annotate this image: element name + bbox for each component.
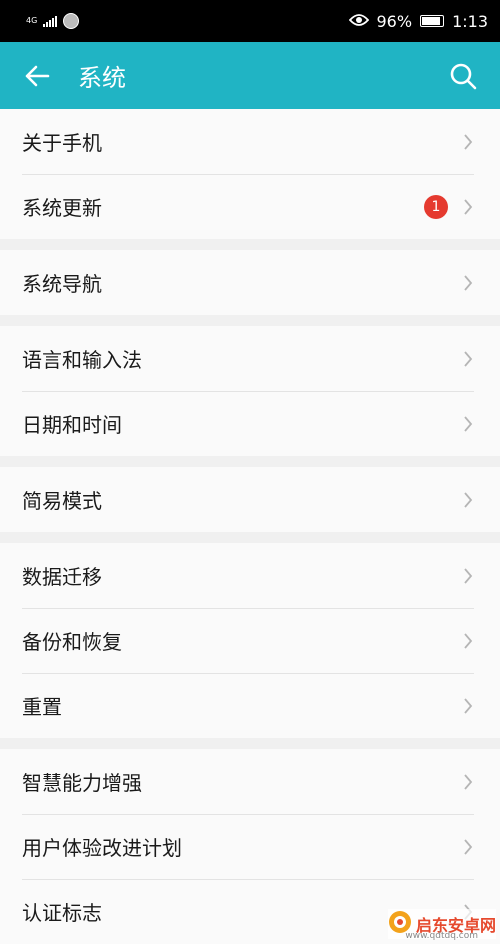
settings-item-label: 智慧能力增强 [22, 771, 142, 795]
settings-item-data-migration[interactable]: 数据迁移 [0, 543, 500, 608]
back-arrow-icon[interactable] [22, 61, 52, 91]
settings-item-label: 语言和输入法 [22, 348, 142, 372]
group-divider [0, 532, 500, 543]
status-bar: 4G 96% 1:13 [0, 0, 500, 42]
group-divider [0, 239, 500, 250]
clock: 1:13 [452, 11, 488, 31]
settings-item-language-input[interactable]: 语言和输入法 [0, 326, 500, 391]
settings-group-device: 关于手机 系统更新 1 [0, 109, 500, 239]
chevron-right-icon [462, 567, 474, 585]
page-title: 系统 [78, 64, 126, 92]
battery-icon [420, 15, 445, 27]
settings-item-label: 用户体验改进计划 [22, 836, 182, 860]
chevron-right-icon [462, 350, 474, 368]
chevron-right-icon [462, 838, 474, 856]
app-bar: 系统 [0, 42, 500, 109]
eye-icon [348, 12, 369, 31]
settings-item-label: 系统更新 [22, 196, 102, 220]
chevron-right-icon [462, 632, 474, 650]
battery-percent: 96% [376, 11, 413, 31]
chevron-right-icon [462, 773, 474, 791]
settings-item-user-experience[interactable]: 用户体验改进计划 [0, 814, 500, 879]
group-divider [0, 738, 500, 749]
settings-item-system-navigation[interactable]: 系统导航 [0, 250, 500, 315]
settings-group-navigation: 系统导航 [0, 250, 500, 315]
watermark-url: www.qdtdq.com [405, 931, 478, 941]
settings-item-smart-enhancement[interactable]: 智慧能力增强 [0, 749, 500, 814]
settings-item-system-update[interactable]: 系统更新 1 [0, 174, 500, 239]
settings-item-about-phone[interactable]: 关于手机 [0, 109, 500, 174]
app-notification-icon [63, 13, 80, 29]
settings-item-label: 备份和恢复 [22, 630, 122, 654]
site-watermark: 启东安卓网 www.qdtdq.com [387, 909, 496, 941]
settings-item-date-time[interactable]: 日期和时间 [0, 391, 500, 456]
settings-item-label: 关于手机 [22, 131, 102, 155]
settings-item-label: 系统导航 [22, 272, 102, 296]
settings-group-language: 语言和输入法 日期和时间 [0, 326, 500, 456]
update-count-badge: 1 [424, 194, 448, 219]
chevron-right-icon [462, 133, 474, 151]
signal-icon [43, 15, 58, 27]
settings-item-reset[interactable]: 重置 [0, 673, 500, 738]
group-divider [0, 315, 500, 326]
chevron-right-icon [462, 491, 474, 509]
settings-item-backup-restore[interactable]: 备份和恢复 [0, 608, 500, 673]
settings-item-label: 重置 [22, 695, 62, 719]
group-divider [0, 456, 500, 467]
chevron-right-icon [462, 274, 474, 292]
status-right: 96% 1:13 [348, 11, 488, 31]
settings-item-label: 日期和时间 [22, 413, 122, 437]
status-left: 4G [26, 13, 80, 29]
chevron-right-icon [462, 697, 474, 715]
chevron-right-icon [462, 415, 474, 433]
settings-item-label: 简易模式 [22, 489, 102, 513]
settings-group-data: 数据迁移 备份和恢复 重置 [0, 543, 500, 738]
settings-item-simple-mode[interactable]: 简易模式 [0, 467, 500, 532]
settings-item-label: 数据迁移 [22, 565, 102, 589]
settings-group-simple-mode: 简易模式 [0, 467, 500, 532]
chevron-right-icon [462, 198, 474, 216]
network-type: 4G [26, 16, 38, 25]
search-icon[interactable] [448, 61, 478, 91]
